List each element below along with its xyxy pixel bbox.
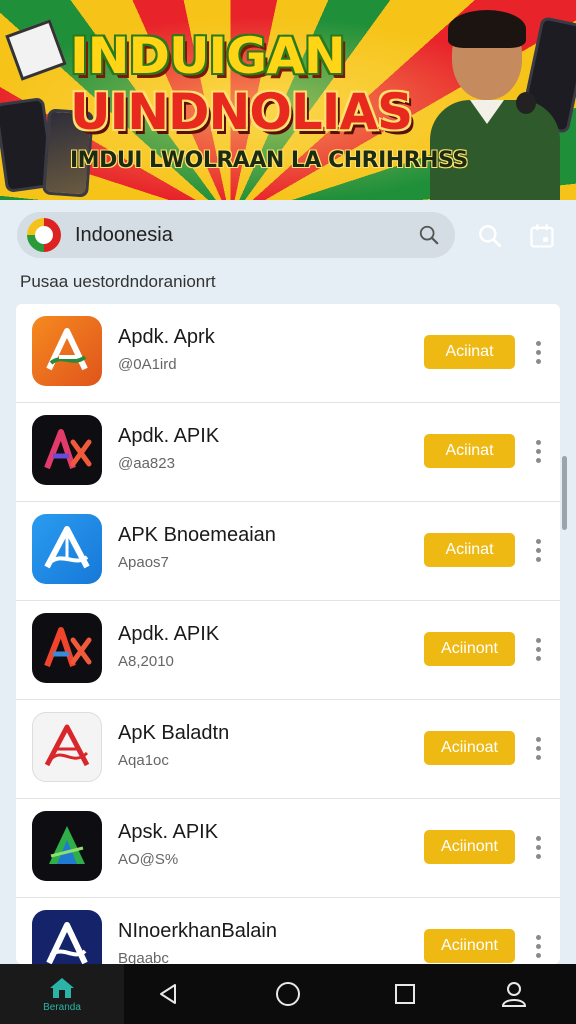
back-icon[interactable]	[148, 976, 188, 1012]
app-name: NInoerkhanBalain	[118, 920, 277, 942]
install-button[interactable]: Aciinoat	[424, 731, 515, 765]
banner-title: INDUIGAN UINDNOLIAS	[70, 27, 413, 141]
list-item[interactable]: Apdk. APIK A8,2010 Aciinont	[16, 601, 560, 700]
banner-subtitle: IMDUI LWOLRAAN LA CHRIHRHSS	[70, 148, 468, 173]
recent-apps-icon[interactable]	[385, 976, 425, 1012]
bottom-navigation: Beranda	[0, 964, 576, 1024]
app-meta: Aqa1oc	[118, 752, 169, 769]
list-item[interactable]: APK Bnoemeaian Apaos7 Aciinat	[16, 502, 560, 601]
profile-icon[interactable]	[494, 976, 534, 1012]
app-icon	[32, 712, 102, 782]
app-meta: Apaos7	[118, 554, 169, 571]
app-meta: Bgaabc	[118, 950, 169, 964]
app-meta: AO@S%	[118, 851, 179, 868]
more-options-icon[interactable]	[528, 928, 548, 964]
app-icon	[32, 613, 102, 683]
app-meta: A8,2010	[118, 653, 174, 670]
more-options-icon[interactable]	[528, 829, 548, 865]
banner-title-line2: UINDNOLIAS	[70, 83, 413, 141]
app-icon	[32, 514, 102, 584]
app-list: Apdk. Aprk @0A1ird Aciinat Apdk. APIK @a…	[16, 304, 560, 964]
more-options-icon[interactable]	[528, 730, 548, 766]
install-button[interactable]: Aciinat	[424, 434, 515, 468]
install-button[interactable]: Aciinat	[424, 533, 515, 567]
app-icon	[32, 910, 102, 964]
list-item[interactable]: Apsk. APIK AO@S% Aciinont	[16, 799, 560, 898]
nav-home-tab[interactable]: Beranda	[0, 964, 124, 1024]
app-meta: @0A1ird	[118, 356, 177, 373]
list-item[interactable]: ApK Baladtn Aqa1oc Aciinoat	[16, 700, 560, 799]
list-item[interactable]: Apdk. APIK @aa823 Aciinat	[16, 403, 560, 502]
more-options-icon[interactable]	[528, 631, 548, 667]
list-item[interactable]: Apdk. Aprk @0A1ird Aciinat	[16, 304, 560, 403]
list-item[interactable]: NInoerkhanBalain Bgaabc Aciinont	[16, 898, 560, 964]
home-icon	[50, 977, 74, 998]
app-icon	[32, 316, 102, 386]
banner-title-line1: INDUIGAN	[70, 27, 346, 85]
install-button[interactable]: Aciinont	[424, 830, 515, 864]
app-name: Apdk. APIK	[118, 425, 220, 447]
promo-banner[interactable]: INDUIGAN UINDNOLIAS IMDUI LWOLRAAN LA CH…	[0, 0, 576, 200]
more-options-icon[interactable]	[528, 532, 548, 568]
search-bar-row: Indoonesia	[0, 200, 576, 268]
app-meta: @aa823	[118, 455, 175, 472]
section-title: Pusaa uestordndoranionrt	[20, 272, 216, 291]
app-icon	[32, 415, 102, 485]
home-circle-icon[interactable]	[268, 976, 308, 1012]
app-name: Apdk. Aprk	[118, 326, 215, 348]
search-input-value[interactable]: Indoonesia	[75, 224, 409, 247]
install-button[interactable]: Aciinont	[424, 929, 515, 963]
app-name: Apdk. APIK	[118, 623, 220, 645]
nav-home-label: Beranda	[43, 1001, 81, 1013]
dice-illustration	[5, 19, 67, 81]
app-icon	[32, 811, 102, 881]
scrollbar[interactable]	[562, 456, 567, 530]
app-name: Apsk. APIK	[118, 821, 219, 843]
search-icon[interactable]	[409, 215, 449, 255]
search-icon[interactable]	[470, 216, 510, 256]
search-input[interactable]: Indoonesia	[17, 212, 455, 258]
install-button[interactable]: Aciinont	[424, 632, 515, 666]
app-logo-icon	[27, 218, 61, 252]
app-name: ApK Baladtn	[118, 722, 230, 744]
app-name: APK Bnoemeaian	[118, 524, 276, 546]
install-button[interactable]: Aciinat	[424, 335, 515, 369]
calendar-icon[interactable]	[522, 216, 562, 256]
more-options-icon[interactable]	[528, 334, 548, 370]
more-options-icon[interactable]	[528, 433, 548, 469]
